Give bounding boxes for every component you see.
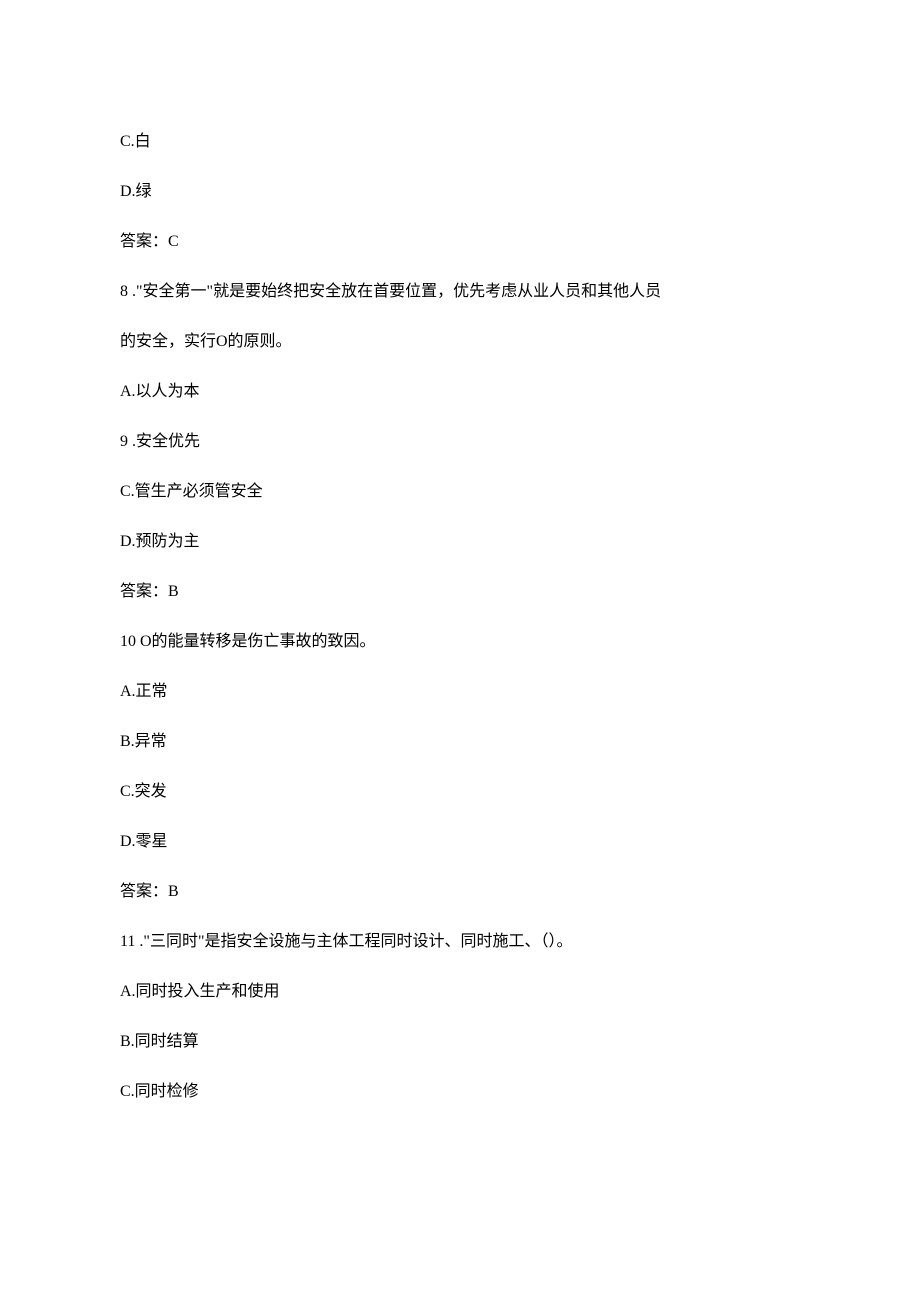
question-10-text: 10 O的能量转移是伤亡事故的致因。 — [120, 630, 800, 654]
option-d: D.预防为主 — [120, 530, 800, 554]
option-d: D.零星 — [120, 830, 800, 854]
option-d: D.绿 — [120, 180, 800, 204]
option-c: C.管生产必须管安全 — [120, 480, 800, 504]
option-a: A.正常 — [120, 680, 800, 704]
answer-label: 答案：B — [120, 580, 800, 604]
question-11-text: 11 ."三同时"是指安全设施与主体工程同时设计、同时施工、（）。 — [120, 930, 800, 954]
option-a: A.以人为本 — [120, 380, 800, 404]
option-9: 9 .安全优先 — [120, 430, 800, 454]
option-a: A.同时投入生产和使用 — [120, 980, 800, 1004]
option-c: C.同时检修 — [120, 1080, 800, 1104]
answer-label: 答案：C — [120, 230, 800, 254]
question-8-text: 8 ."安全第一"就是要始终把安全放在首要位置，优先考虑从业人员和其他人员 — [120, 280, 800, 304]
option-c: C.白 — [120, 130, 800, 154]
option-b: B.同时结算 — [120, 1030, 800, 1054]
option-b: B.异常 — [120, 730, 800, 754]
answer-label: 答案：B — [120, 880, 800, 904]
option-c: C.突发 — [120, 780, 800, 804]
question-8-cont: 的安全，实行O的原则。 — [120, 330, 800, 354]
